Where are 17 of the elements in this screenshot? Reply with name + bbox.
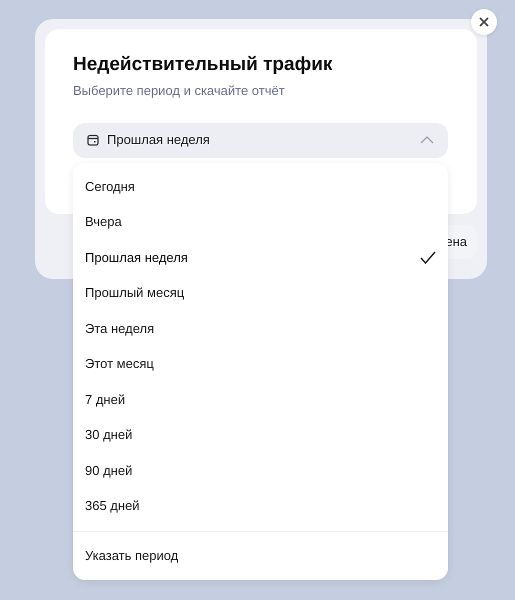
period-select[interactable]: Прошлая неделя (73, 122, 448, 158)
close-icon (479, 17, 489, 27)
custom-period-option[interactable]: Указать период (73, 538, 448, 574)
dialog-title: Недействительный трафик (73, 53, 334, 77)
calendar-icon (87, 134, 99, 146)
close-button[interactable] (471, 9, 497, 35)
period-option[interactable]: Эта неделя (73, 310, 448, 346)
period-option[interactable]: 90 дней (73, 452, 448, 488)
period-option[interactable]: Прошлый месяц (73, 275, 448, 310)
dialog-subtitle: Выберите период и скачайте отчёт (73, 82, 286, 100)
chevron-up-icon (420, 136, 434, 144)
period-option[interactable]: Сегодня (73, 168, 448, 204)
period-option[interactable]: 7 дней (73, 382, 448, 417)
period-option[interactable]: 365 дней (73, 488, 448, 524)
period-option[interactable]: 30 дней (73, 417, 448, 452)
check-icon (420, 250, 436, 264)
period-option[interactable]: Этот месяц (73, 346, 448, 382)
